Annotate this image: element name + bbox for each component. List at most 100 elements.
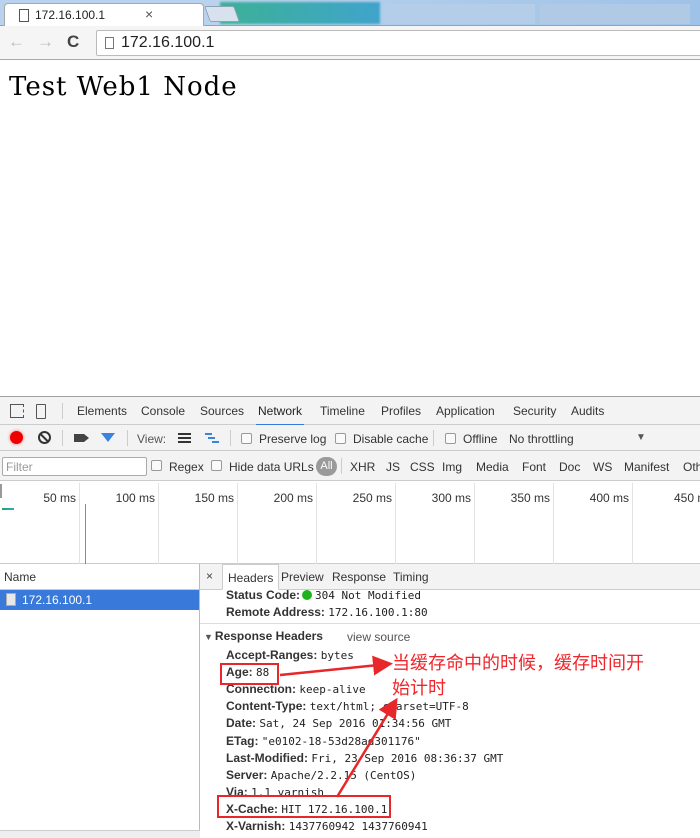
overview-icon[interactable] (205, 433, 219, 443)
type-filter-all[interactable]: All (316, 457, 337, 476)
detail-tab-timing[interactable]: Timing (388, 564, 434, 590)
panel-tab-application[interactable]: Application (436, 404, 495, 418)
document-icon (6, 593, 16, 606)
header-key: Date: (226, 716, 257, 731)
timeline-gridline (79, 483, 80, 564)
timeline-tick-label: 300 ms (431, 491, 471, 505)
large-rows-icon[interactable] (178, 433, 191, 443)
hide-data-urls-label[interactable]: Hide data URLs (229, 460, 314, 474)
timeline-tick-label: 450 ms (674, 491, 700, 505)
header-status-code: Status Code: 304 Not Modified (226, 588, 421, 602)
devtools: Elements Console Sources Network Timelin… (0, 396, 700, 838)
divider (62, 403, 63, 419)
background-tab-blurred[interactable] (385, 4, 535, 24)
type-filter-other[interactable]: Oth (683, 460, 700, 474)
divider (62, 430, 63, 446)
panel-tab-network[interactable]: Network (255, 404, 305, 426)
timeline-overview[interactable]: 50 ms 100 ms 150 ms 200 ms 250 ms 300 ms 350 m… (0, 481, 700, 564)
type-filter-js[interactable]: JS (386, 460, 400, 474)
new-tab-button[interactable] (204, 6, 240, 22)
reload-icon[interactable]: C (67, 32, 79, 52)
header-value: keep-alive (299, 683, 366, 697)
forward-arrow-icon[interactable]: → (37, 32, 54, 52)
offline-label[interactable]: Offline (463, 432, 497, 446)
timeline-tick-label: 200 ms (273, 491, 313, 505)
detail-tab-preview[interactable]: Preview (276, 564, 329, 590)
throttling-select[interactable]: No throttling (509, 432, 574, 446)
tab-strip: 172.16.100.1 × (0, 0, 700, 27)
panel-tab-profiles[interactable]: Profiles (381, 404, 421, 418)
timeline-tick-label: 50 ms (43, 491, 76, 505)
timeline-gridline (316, 483, 317, 564)
tab-title: 172.16.100.1 (35, 8, 106, 22)
panel-tab-elements[interactable]: Elements (77, 404, 127, 418)
panel-tab-audits[interactable]: Audits (571, 404, 604, 418)
timeline-gridline (553, 483, 554, 564)
panel-tab-security[interactable]: Security (513, 404, 556, 418)
request-bar (2, 508, 14, 510)
response-headers-toggle[interactable]: ▼ Response Headers (204, 629, 323, 643)
detail-tabs: × Headers Preview Response Timing (200, 564, 700, 590)
network-toolbar: View: Preserve log Disable cache Offline… (0, 425, 700, 451)
clear-icon[interactable] (38, 431, 51, 444)
type-filter-doc[interactable]: Doc (559, 460, 580, 474)
tab-close-icon[interactable]: × (145, 6, 153, 22)
chevron-down-icon[interactable]: ▼ (636, 432, 646, 443)
page-content: Test Web1 Node (0, 61, 700, 396)
overview-handle[interactable] (0, 484, 2, 498)
header-value: Apache/2.2.15 (CentOS) (270, 768, 417, 782)
address-url[interactable]: 172.16.100.1 (121, 34, 214, 52)
header-key: ETag: (226, 733, 259, 748)
type-filter-img[interactable]: Img (442, 460, 462, 474)
inspect-element-icon[interactable] (10, 404, 24, 418)
response-header-row: Server: Apache/2.2.15 (CentOS) (226, 768, 416, 782)
back-arrow-icon[interactable]: ← (8, 32, 25, 52)
type-filter-css[interactable]: CSS (410, 460, 435, 474)
panel-tab-sources[interactable]: Sources (200, 404, 244, 418)
page-icon (105, 37, 114, 49)
response-header-row: Content-Type: text/html; charset=UTF-8 (226, 699, 469, 713)
capture-screenshots-icon[interactable] (74, 434, 84, 442)
type-filter-media[interactable]: Media (476, 460, 509, 474)
page-heading: Test Web1 Node (9, 72, 238, 102)
filter-bar: Regex Hide data URLs All XHR JS CSS Img … (0, 451, 700, 481)
name-column-header[interactable]: Name (0, 564, 199, 590)
regex-label[interactable]: Regex (169, 460, 204, 474)
type-filter-xhr[interactable]: XHR (350, 460, 375, 474)
address-bar[interactable]: 172.16.100.1 (96, 30, 700, 56)
view-source-link[interactable]: view source (347, 630, 410, 644)
disable-cache-checkbox[interactable] (335, 433, 346, 444)
regex-checkbox[interactable] (151, 460, 162, 471)
page-icon (19, 9, 29, 22)
divider (433, 430, 434, 446)
load-event-marker (85, 504, 86, 564)
type-filter-font[interactable]: Font (522, 460, 546, 474)
request-row[interactable]: 172.16.100.1 (0, 590, 199, 610)
filter-icon[interactable] (101, 433, 115, 442)
browser-tab-active[interactable]: 172.16.100.1 × (4, 3, 204, 27)
background-tab-blurred[interactable] (220, 2, 380, 24)
type-filter-manifest[interactable]: Manifest (624, 460, 669, 474)
type-filter-ws[interactable]: WS (593, 460, 612, 474)
timeline-tick-label: 150 ms (194, 491, 234, 505)
triangle-down-icon: ▼ (204, 632, 213, 642)
panel-tab-console[interactable]: Console (141, 404, 185, 418)
hide-data-urls-checkbox[interactable] (211, 460, 222, 471)
disable-cache-label[interactable]: Disable cache (353, 432, 428, 446)
preserve-log-checkbox[interactable] (241, 433, 252, 444)
record-icon[interactable] (10, 431, 23, 444)
detail-tab-response[interactable]: Response (327, 564, 391, 590)
timeline-gridline (395, 483, 396, 564)
panel-tab-timeline[interactable]: Timeline (320, 404, 365, 418)
offline-checkbox[interactable] (445, 433, 456, 444)
background-tab-blurred[interactable] (540, 4, 690, 24)
device-mode-icon[interactable] (36, 404, 46, 419)
close-icon[interactable]: × (206, 569, 213, 583)
response-header-row: Date: Sat, 24 Sep 2016 01:34:56 GMT (226, 716, 451, 730)
response-header-row: X-Varnish: 1437760942 1437760941 (226, 819, 428, 833)
filter-input[interactable] (2, 457, 147, 476)
header-value: 1437760942 1437760941 (288, 820, 428, 833)
detail-tab-headers[interactable]: Headers (222, 564, 280, 590)
response-header-row: Accept-Ranges: bytes (226, 648, 354, 662)
preserve-log-label[interactable]: Preserve log (259, 432, 326, 446)
